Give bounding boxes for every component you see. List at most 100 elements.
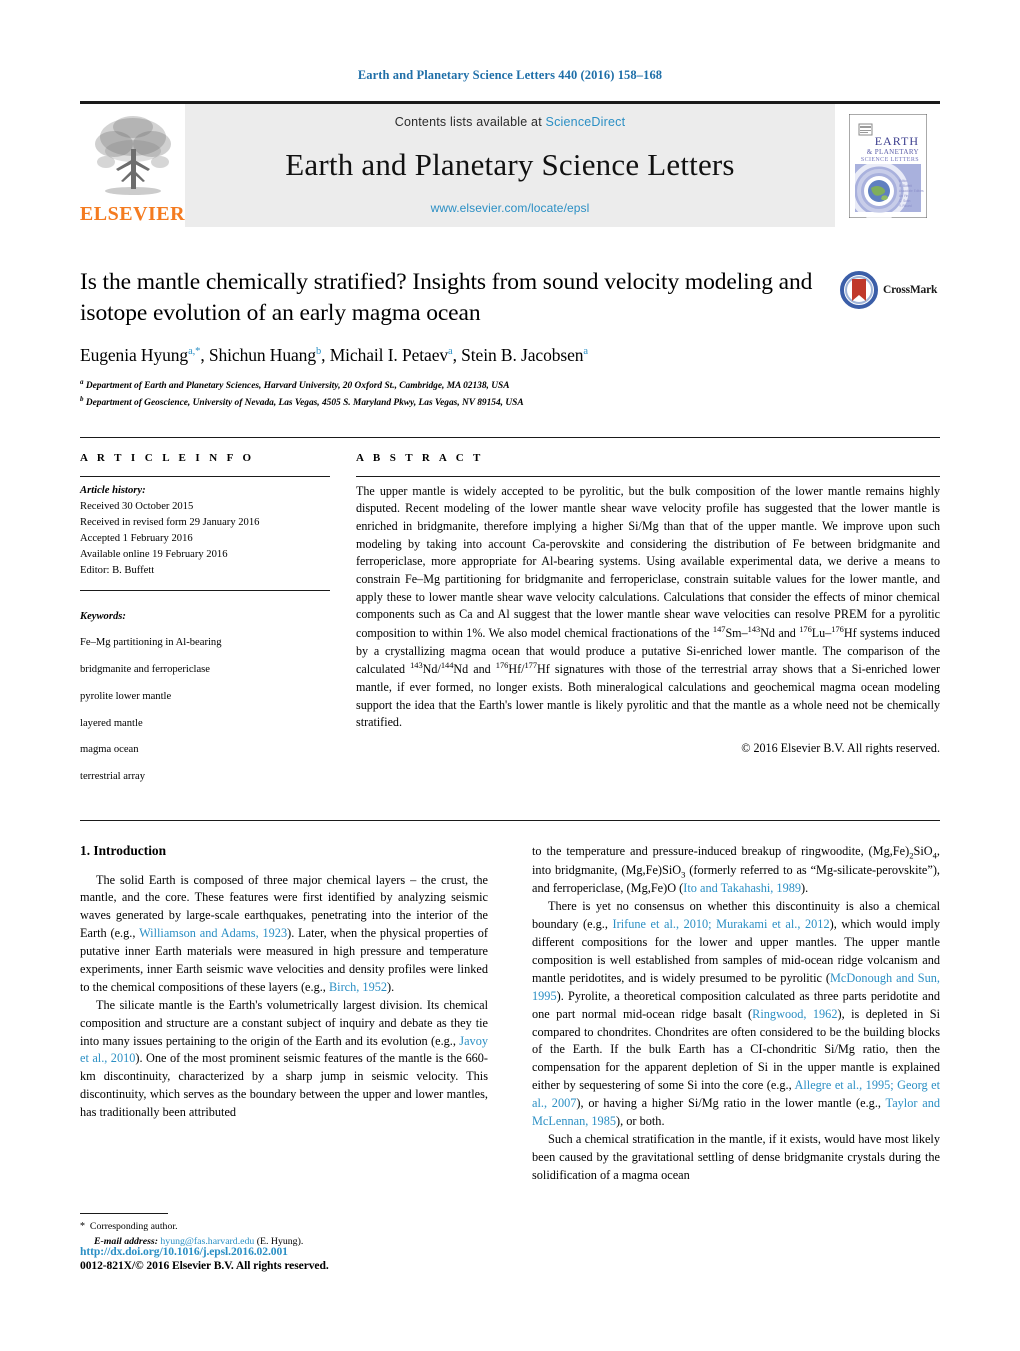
divider [80,475,330,477]
corresponding-author-note: * Corresponding author. [80,1219,495,1235]
document-footer: http://dx.doi.org/10.1016/j.epsl.2016.02… [80,1245,500,1272]
svg-text:EARTH: EARTH [874,134,918,148]
history-item: Available online 19 February 2016 [80,548,228,560]
text-run: SiO [913,843,933,858]
elsevier-logo: ELSEVIER [80,104,185,227]
affiliation-mark: b [80,394,84,403]
abstract-column: A B S T R A C T The upper mantle is wide… [356,452,940,796]
abstract-part: signatures with those of the terrestrial… [356,662,940,730]
body-columns: 1. Introduction The solid Earth is compo… [80,819,940,1250]
citation-link[interactable]: Williamson and Adams, 1923 [139,926,287,940]
article-info-heading: A R T I C L E I N F O [80,451,255,464]
paragraph: The silicate mantle is the Earth's volum… [80,997,488,1122]
isotope-mass: 147 [712,624,726,634]
paragraph: The solid Earth is composed of three maj… [80,872,488,997]
article-info-column: A R T I C L E I N F O Article history: R… [80,452,330,796]
affiliation-mark: a [80,378,84,387]
keyword-item: magma ocean [80,744,139,756]
affiliation-text: Department of Earth and Planetary Scienc… [85,381,510,392]
body-column-left: 1. Introduction The solid Earth is compo… [80,843,488,1250]
elsevier-tree-icon [94,116,171,195]
issn-copyright-line: 0012-821X/© 2016 Elsevier B.V. All right… [80,1259,329,1272]
svg-text:Editor: Editor [899,179,908,183]
journal-title: Earth and Planetary Science Letters [285,146,735,182]
doi-link[interactable]: http://dx.doi.org/10.1016/j.epsl.2016.02… [80,1245,500,1258]
info-abstract-region: A R T I C L E I N F O Article history: R… [80,436,940,796]
history-item: Received 30 October 2015 [80,500,194,512]
copyright-line: © 2016 Elsevier B.V. All rights reserved… [741,740,940,755]
keyword-item: bridgmanite and ferropericlase [80,664,211,676]
journal-cover-thumbnail: EARTH & PLANETARY SCIENCE LETTERS Editor… [835,104,940,227]
history-item: Accepted 1 February 2016 [80,532,193,544]
author-list: Eugenia Hyunga,*, Shichun Huangb, Michai… [80,345,588,366]
article-history-block: Article history: Received 30 October 201… [80,483,330,580]
crossmark-badge[interactable]: CrossMark [840,267,940,313]
journal-masthead: ELSEVIER Contents lists available at Sci… [80,101,940,227]
isotope-label: Lu– [811,625,832,640]
crossmark-icon [840,271,878,309]
author-affil-mark[interactable]: b [316,346,321,357]
running-head: Earth and Planetary Science Letters 440 … [357,68,663,82]
author-affil-mark[interactable]: a,* [188,346,200,357]
affiliation: b Department of Geoscience, University o… [80,394,940,411]
text-run: ). One of the most prominent seismic fea… [80,1051,489,1120]
affiliation-list: a Department of Earth and Planetary Scie… [80,377,940,411]
isotope-mass: 176 [799,624,812,634]
body-column-right: to the temperature and pressure-induced … [532,843,940,1250]
crossmark-label: CrossMark [883,284,938,296]
author-affil-mark[interactable]: a [583,346,588,357]
text-run: The silicate mantle is the Earth's volum… [80,997,488,1048]
svg-text:& PLANETARY: & PLANETARY [866,148,918,156]
journal-homepage-link[interactable]: www.elsevier.com/locate/epsl [431,201,590,215]
divider [356,475,940,477]
svg-text:Y. Ricard: Y. Ricard [899,204,912,208]
citation-link[interactable]: Ito and Takahashi, 1989 [683,881,801,895]
paragraph: There is yet no consensus on whether thi… [532,898,940,1131]
keyword-item: layered mantle [80,717,143,729]
isotope-mass: 143 [410,661,423,671]
author-name: Eugenia Hyung [80,345,189,366]
isotope-label: Nd and [453,662,496,677]
history-item: Received in revised form 29 January 2016 [80,516,260,528]
citation-link[interactable]: Irifune et al., 2010; Murakami et al., 2… [613,917,830,931]
text-run: to the temperature and pressure-induced … [532,843,910,858]
journal-cover-image: EARTH & PLANETARY SCIENCE LETTERS Editor… [848,113,927,218]
isotope-label: Hf/ [508,662,525,677]
isotope-label: Hf [537,662,555,677]
isotope-label: Nd and [760,625,800,640]
sciencedirect-link[interactable]: ScienceDirect [546,115,626,129]
author-name: Stein B. Jacobsen [461,345,584,366]
isotope-label: Hf systems [843,625,902,640]
paper-page: Earth and Planetary Science Letters 440 … [0,0,1020,1351]
isotope-mass: 176 [495,661,509,671]
author-affil-mark[interactable]: a [448,346,453,357]
masthead-center: Contents lists available at ScienceDirec… [185,104,835,227]
text-run: ), or having a higher Si/Mg ratio in the… [576,1096,886,1111]
isotope-label: Sm– [725,625,748,640]
author-name: Michail I. Petaev [329,345,449,366]
abstract-body: The upper mantle is widely accepted to b… [356,483,940,732]
contents-available-line: Contents lists available at ScienceDirec… [395,115,626,129]
svg-text:B. Buffett: B. Buffett [899,184,912,188]
article-history-label: Article history: [80,484,146,496]
keyword-item: terrestrial array [80,770,145,782]
keywords-label: Keywords: [80,610,126,622]
isotope-mass: 177 [524,661,538,671]
citation-link[interactable]: Birch, 1952 [329,980,387,994]
keywords-block: Keywords: Fe–Mg partitioning in Al-beari… [80,590,330,785]
affiliation: a Department of Earth and Planetary Scie… [80,377,940,394]
affiliation-text: Department of Geoscience, University of … [85,397,524,408]
title-block: CrossMark Is the mantle chemically strat… [80,267,940,411]
isotope-mass: 143 [747,624,761,634]
citation-link[interactable]: Ringwood, 1962 [752,1007,837,1021]
author-name: Shichun Huang [208,345,316,366]
asterisk-mark: * [80,1221,85,1233]
keyword-item: pyrolite lower mantle [80,690,172,702]
section-heading-introduction: 1. Introduction [80,842,167,858]
history-item: Editor: B. Buffett [80,565,155,577]
corresponding-author-text: Corresponding author. [89,1221,178,1233]
contents-prefix: Contents lists available at [394,115,546,129]
isotope-label: Nd/ [422,662,441,677]
paragraph: Such a chemical stratification in the ma… [532,1131,940,1182]
keyword-item: Fe–Mg partitioning in Al-bearing [80,637,222,649]
